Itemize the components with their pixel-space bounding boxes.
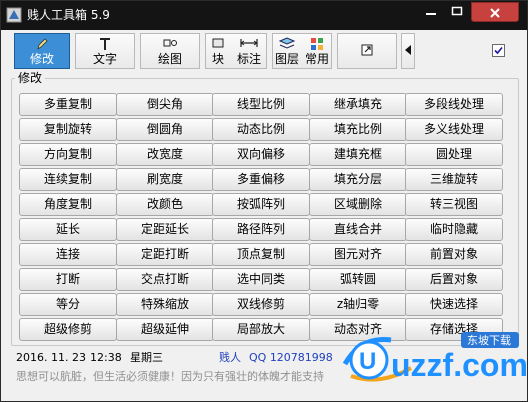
app-window: 贱人工具箱 5.9 修改 文字 绘图 块 标注 图层 常用 修改 多重复制 倒尖… [0,0,528,402]
common-grid-icon [303,36,331,52]
command-button[interactable]: 顶点复制 [212,243,310,266]
external-link-button[interactable] [337,33,397,69]
tab-layer[interactable]: 图层 [273,34,301,68]
motto-text: 思想可以肮脏，但生活必须健康！因为只有强壮的体魄才能支持 [16,370,324,383]
window-title: 贱人工具箱 5.9 [27,8,110,22]
status-time: 12:38 [90,351,122,364]
command-button[interactable]: 路径阵列 [212,218,310,241]
command-button[interactable]: 选中同类 [212,268,310,291]
command-button[interactable]: 多段线处理 [405,93,503,116]
command-button[interactable]: 双线修剪 [212,293,310,316]
uzzf-watermark-logo: U uzzf.com 东坡下载 [341,326,528,398]
text-t-icon [76,36,134,52]
tab-text[interactable]: 文字 [75,33,135,69]
command-button[interactable]: 后置对象 [405,268,503,291]
command-button[interactable]: 特殊缩放 [116,293,214,316]
command-button[interactable]: 打断 [19,268,117,291]
command-button[interactable]: 区域删除 [309,193,407,216]
command-button[interactable]: 弧转圆 [309,268,407,291]
app-logo-icon [6,7,22,23]
watermark-badge: 东坡下载 [467,334,511,347]
command-button[interactable]: 复制旋转 [19,118,117,141]
block-icon [206,36,230,52]
status-weekday: 星期三 [130,351,163,364]
command-button[interactable]: 定距延长 [116,218,214,241]
command-button[interactable]: 直线合并 [309,218,407,241]
tab-group-block-dim: 块 标注 [205,33,267,69]
author-qq: QQ 120781998 [249,351,333,364]
command-button[interactable]: 圆处理 [405,143,503,166]
watermark-text: uzzf.com [391,347,526,383]
author-name: 贱人 [219,351,241,364]
tab-block-label: 块 [211,52,224,66]
command-button[interactable]: 连续复制 [19,168,117,191]
scroll-left-button[interactable] [401,33,415,69]
group-title: 修改 [15,71,46,85]
layers-icon [273,36,301,52]
close-button[interactable] [471,2,519,22]
command-button[interactable]: 转三视图 [405,193,503,216]
command-button[interactable]: 延长 [19,218,117,241]
command-button[interactable]: 按弧阵列 [212,193,310,216]
command-button[interactable]: 快速选择 [405,293,503,316]
command-button[interactable]: 等分 [19,293,117,316]
command-button[interactable]: 局部放大 [212,318,310,341]
triangle-left-icon [402,44,414,60]
command-button[interactable]: 线型比例 [212,93,310,116]
command-button[interactable]: 继承填充 [309,93,407,116]
command-button[interactable]: 三维旋转 [405,168,503,191]
command-button[interactable]: 刷宽度 [116,168,214,191]
command-button[interactable]: 前置对象 [405,243,503,266]
external-link-icon [338,43,396,59]
command-button[interactable]: 填充分层 [309,168,407,191]
maximize-button[interactable] [444,2,470,22]
tab-text-label: 文字 [92,52,117,66]
pencil-icon [15,36,69,52]
command-button[interactable]: 多义线处理 [405,118,503,141]
command-button[interactable]: 双向偏移 [212,143,310,166]
command-button[interactable]: 角度复制 [19,193,117,216]
settings-checkbox[interactable] [492,44,505,57]
tab-common[interactable]: 常用 [303,34,331,68]
svg-text:U: U [359,348,376,375]
title-bar[interactable]: 贱人工具箱 5.9 [1,1,527,30]
command-button[interactable]: 改宽度 [116,143,214,166]
tab-modify[interactable]: 修改 [14,33,70,69]
tab-dimension[interactable]: 标注 [232,34,266,68]
command-button[interactable]: 建填充框 [309,143,407,166]
minimize-button[interactable] [418,2,444,22]
tab-common-label: 常用 [304,52,329,66]
command-button[interactable]: 多重复制 [19,93,117,116]
tab-block[interactable]: 块 [206,34,230,68]
command-button[interactable]: 超级延伸 [116,318,214,341]
tab-draw[interactable]: 绘图 [140,33,200,69]
tab-layer-label: 图层 [274,52,299,66]
command-button[interactable]: 临时隐藏 [405,218,503,241]
command-button[interactable]: 交点打断 [116,268,214,291]
author-link[interactable]: 贱人 QQ 120781998 [219,351,333,365]
command-button[interactable]: 连接 [19,243,117,266]
command-button[interactable]: 图元对齐 [309,243,407,266]
command-button[interactable]: 倒尖角 [116,93,214,116]
command-button[interactable]: 改颜色 [116,193,214,216]
command-button[interactable]: 多重偏移 [212,168,310,191]
draw-shapes-icon [141,36,199,52]
command-button[interactable]: 动态比例 [212,118,310,141]
command-button[interactable]: z轴归零 [309,293,407,316]
dimension-icon [232,36,266,52]
status-date: 2016. 11. 23 [16,351,86,364]
tab-modify-label: 修改 [29,52,54,66]
command-button[interactable]: 定距打断 [116,243,214,266]
command-button[interactable]: 倒圆角 [116,118,214,141]
tab-dimension-label: 标注 [236,52,261,66]
toolbar: 修改 文字 绘图 块 标注 图层 常用 [9,31,521,71]
command-button[interactable]: 超级修剪 [19,318,117,341]
command-button[interactable]: 方向复制 [19,143,117,166]
tab-draw-label: 绘图 [157,52,182,66]
command-button[interactable]: 填充比例 [309,118,407,141]
tab-group-layer-common: 图层 常用 [272,33,332,69]
